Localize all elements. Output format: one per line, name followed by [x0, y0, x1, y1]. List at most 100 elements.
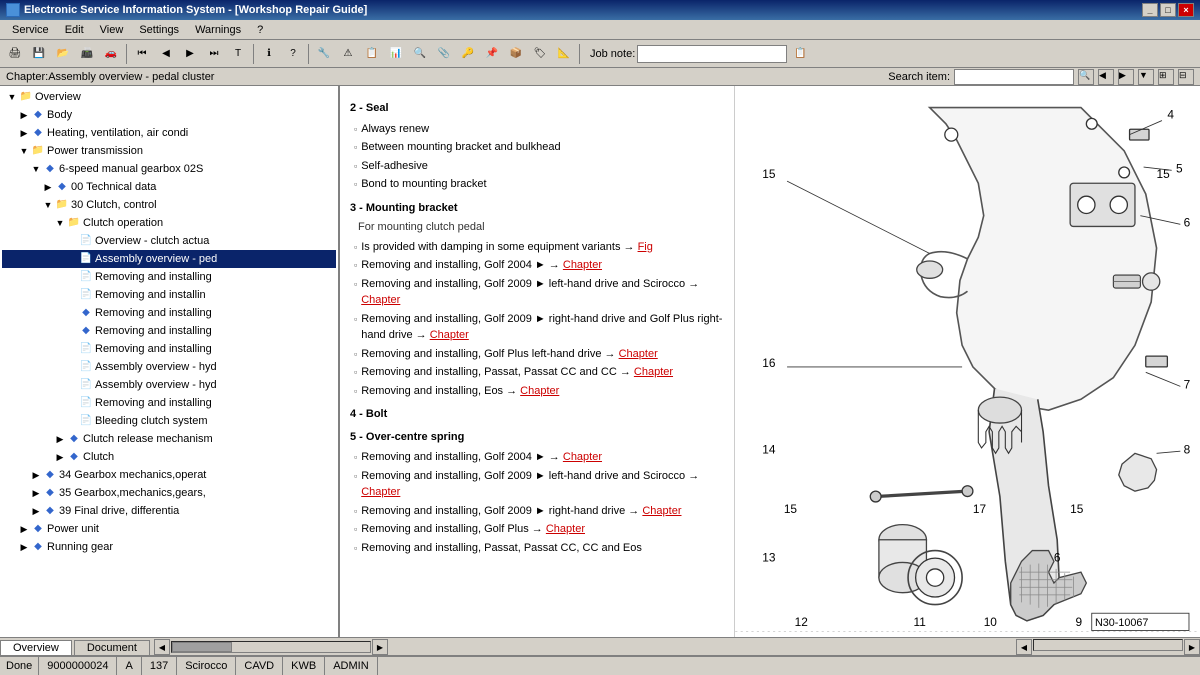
window-controls[interactable]: _ □ ×: [1142, 3, 1194, 17]
toggle-body[interactable]: ▶: [18, 109, 30, 121]
tree-item-powerunit[interactable]: ▶ ◆ Power unit: [2, 520, 336, 538]
tree-scroll[interactable]: ▼ 📁 Overview ▶ ◆ Body ▶ ◆ Heating, venti…: [0, 86, 338, 637]
tree-item-final39[interactable]: ▶ ◆ 39 Final drive, differentia: [2, 502, 336, 520]
nav-first[interactable]: ⏮: [131, 43, 153, 65]
tree-item-assembly-hyd2[interactable]: 📄 Assembly overview - hyd: [2, 376, 336, 394]
nav-text[interactable]: T: [227, 43, 249, 65]
menu-service[interactable]: Service: [4, 22, 57, 38]
toggle-gearbox[interactable]: ▼: [30, 163, 42, 175]
search-extra1[interactable]: ⊞: [1158, 69, 1174, 85]
content-scroll-left[interactable]: ◀: [1016, 639, 1032, 655]
search-prev[interactable]: ◀: [1098, 69, 1114, 85]
tree-item-removing5[interactable]: 📄 Removing and installing: [2, 340, 336, 358]
maximize-button[interactable]: □: [1160, 3, 1176, 17]
toggle-gb34[interactable]: ▶: [30, 469, 42, 481]
save-button[interactable]: 💾: [28, 43, 50, 65]
toggle-clutchop[interactable]: ▼: [54, 217, 66, 229]
tool2[interactable]: ⚠: [337, 43, 359, 65]
search-button[interactable]: 🔍: [1078, 69, 1094, 85]
toggle-release[interactable]: ▶: [54, 433, 66, 445]
tree-item-release[interactable]: ▶ ◆ Clutch release mechanism: [2, 430, 336, 448]
tool5[interactable]: 🔍: [409, 43, 431, 65]
content-hscroll-track[interactable]: [1033, 639, 1183, 651]
toggle-clutch30[interactable]: ▼: [42, 199, 54, 211]
tree-item-clutch[interactable]: ▶ ◆ Clutch: [2, 448, 336, 466]
tree-item-clutchop[interactable]: ▼ 📁 Clutch operation: [2, 214, 336, 232]
tree-item-bleeding[interactable]: 📄 Bleeding clutch system: [2, 412, 336, 430]
close-button[interactable]: ×: [1178, 3, 1194, 17]
doc-scroll-right[interactable]: ▶: [372, 639, 388, 655]
content-scroll-right[interactable]: ▶: [1184, 639, 1200, 655]
car-button[interactable]: 🚗: [100, 43, 122, 65]
tree-item-removing3[interactable]: ◆ Removing and installing: [2, 304, 336, 322]
menu-warnings[interactable]: Warnings: [187, 22, 249, 38]
tool11[interactable]: 📐: [553, 43, 575, 65]
chapter-link-8[interactable]: Chapter: [361, 486, 400, 498]
tree-item-assembly-ped[interactable]: 📄 Assembly overview - ped: [2, 250, 336, 268]
tree-item-removing6[interactable]: 📄 Removing and installing: [2, 394, 336, 412]
chapter-link-7[interactable]: Chapter: [563, 451, 602, 463]
tree-item-assembly-hyd1[interactable]: 📄 Assembly overview - hyd: [2, 358, 336, 376]
info-button[interactable]: ℹ: [258, 43, 280, 65]
tree-item-removing4[interactable]: ◆ Removing and installing: [2, 322, 336, 340]
toggle-rg[interactable]: ▶: [18, 541, 30, 553]
toggle-heating[interactable]: ▶: [18, 127, 30, 139]
document-content[interactable]: 2 - Seal ▫ Always renew ▫ Between mounti…: [340, 86, 735, 637]
tree-item-clutch30[interactable]: ▼ 📁 30 Clutch, control: [2, 196, 336, 214]
search-extra2[interactable]: ⊟: [1178, 69, 1194, 85]
chapter-link-6[interactable]: Chapter: [520, 385, 559, 397]
tool8[interactable]: 📌: [481, 43, 503, 65]
tab-document[interactable]: Document: [74, 640, 150, 655]
job-note-btn[interactable]: 📋: [789, 43, 811, 65]
help-button[interactable]: ?: [282, 43, 304, 65]
search-input[interactable]: [954, 69, 1074, 85]
nav-last[interactable]: ⏭: [203, 43, 225, 65]
nav-next[interactable]: ▶: [179, 43, 201, 65]
tree-item-gearbox[interactable]: ▼ ◆ 6-speed manual gearbox 02S: [2, 160, 336, 178]
tree-item-gearbox35[interactable]: ▶ ◆ 35 Gearbox,mechanics,gears,: [2, 484, 336, 502]
menu-help[interactable]: ?: [249, 22, 271, 38]
toggle-technical[interactable]: ▶: [42, 181, 54, 193]
tab-overview[interactable]: Overview: [0, 640, 72, 655]
tree-item-heating[interactable]: ▶ ◆ Heating, ventilation, air condi: [2, 124, 336, 142]
tool6[interactable]: 📎: [433, 43, 455, 65]
job-note-input[interactable]: [637, 45, 787, 63]
tree-item-running[interactable]: ▶ ◆ Running gear: [2, 538, 336, 556]
tool9[interactable]: 📦: [505, 43, 527, 65]
menu-view[interactable]: View: [92, 22, 132, 38]
tool4[interactable]: 📊: [385, 43, 407, 65]
chapter-link-4[interactable]: Chapter: [619, 348, 658, 360]
search-next[interactable]: ▶: [1118, 69, 1134, 85]
chapter-link-1[interactable]: Chapter: [563, 259, 602, 271]
toggle-powertrans[interactable]: ▼: [18, 145, 30, 157]
tool3[interactable]: 📋: [361, 43, 383, 65]
tree-item-body[interactable]: ▶ ◆ Body: [2, 106, 336, 124]
tree-item-removing1[interactable]: 📄 Removing and installing: [2, 268, 336, 286]
toggle-gb35[interactable]: ▶: [30, 487, 42, 499]
doc-hscroll-track[interactable]: [171, 641, 371, 653]
fax-button[interactable]: 📠: [76, 43, 98, 65]
tree-item-overview-clutch[interactable]: 📄 Overview - clutch actua: [2, 232, 336, 250]
nav-prev[interactable]: ◀: [155, 43, 177, 65]
tool7[interactable]: 🔑: [457, 43, 479, 65]
chapter-link-2[interactable]: Chapter: [361, 294, 400, 306]
open-button[interactable]: 📂: [52, 43, 74, 65]
chapter-link-5[interactable]: Chapter: [634, 366, 673, 378]
menu-settings[interactable]: Settings: [131, 22, 187, 38]
tree-item-technical[interactable]: ▶ ◆ 00 Technical data: [2, 178, 336, 196]
doc-hscroll-thumb[interactable]: [172, 642, 232, 652]
menu-edit[interactable]: Edit: [57, 22, 92, 38]
minimize-button[interactable]: _: [1142, 3, 1158, 17]
tool1[interactable]: 🔧: [313, 43, 335, 65]
doc-scroll-left[interactable]: ◀: [154, 639, 170, 655]
chapter-link-3[interactable]: Chapter: [430, 329, 469, 341]
tree-item-removing2[interactable]: 📄 Removing and installin: [2, 286, 336, 304]
toggle-clutch[interactable]: ▶: [54, 451, 66, 463]
tree-item-overview[interactable]: ▼ 📁 Overview: [2, 88, 336, 106]
tree-item-gearbox34[interactable]: ▶ ◆ 34 Gearbox mechanics,operat: [2, 466, 336, 484]
toggle-fd39[interactable]: ▶: [30, 505, 42, 517]
print-button[interactable]: 🖨: [4, 43, 26, 65]
toggle-overview[interactable]: ▼: [6, 91, 18, 103]
search-options[interactable]: ▼: [1138, 69, 1154, 85]
chapter-link-9[interactable]: Chapter: [642, 505, 681, 517]
